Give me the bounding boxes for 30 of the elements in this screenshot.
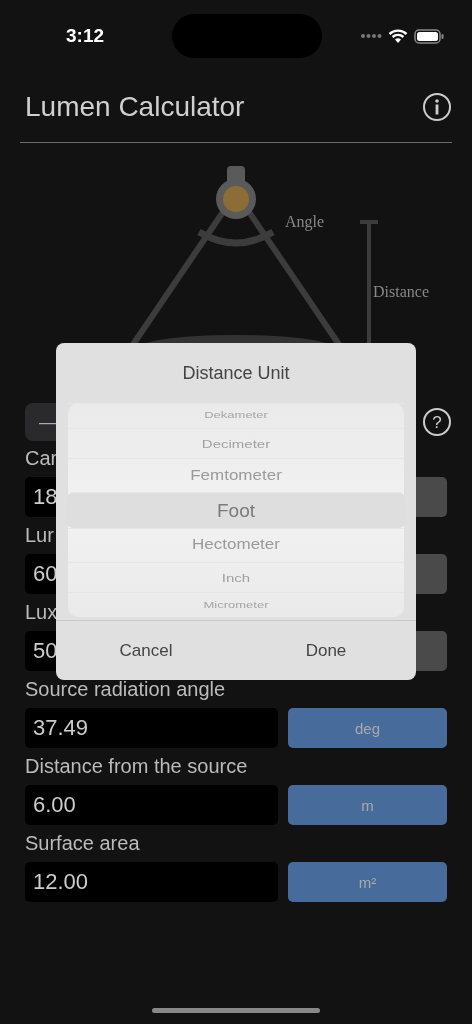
- dialog-title: Distance Unit: [181, 362, 291, 385]
- dialog-button[interactable]: Done: [236, 621, 416, 680]
- status-time: 3:12: [66, 25, 105, 47]
- signal-icon: [360, 33, 382, 39]
- picker-option[interactable]: Decimeter: [68, 427, 404, 459]
- help-icon[interactable]: ?: [422, 407, 452, 437]
- picker-option[interactable]: Hectometer: [68, 527, 404, 562]
- wifi-icon: [388, 28, 408, 44]
- field-label: Surface area: [25, 832, 140, 854]
- unit-button[interactable]: deg: [288, 708, 447, 748]
- input-field[interactable]: 6.00: [25, 785, 278, 825]
- input-field[interactable]: 12.00: [25, 862, 278, 902]
- field-label: Lur: [25, 524, 54, 546]
- distance-label: Distance: [373, 283, 429, 300]
- picker-option[interactable]: Micrometer: [68, 592, 404, 617]
- field-label: Lux: [25, 601, 58, 623]
- input-field[interactable]: 37.49: [25, 708, 278, 748]
- picker-option[interactable]: Foot: [66, 492, 406, 528]
- angle-label: Angle: [285, 213, 325, 230]
- app-title: Lumen Calculator: [25, 91, 245, 123]
- info-icon[interactable]: [422, 92, 452, 122]
- field-label: Source radiation angle: [25, 678, 226, 700]
- field-label: Car: [25, 447, 58, 469]
- field-label: Distance from the source: [25, 755, 248, 777]
- unit-button[interactable]: m²: [288, 862, 447, 902]
- picker-option[interactable]: Inch: [68, 561, 404, 593]
- picker-option[interactable]: Dekameter: [68, 403, 404, 428]
- unit-button[interactable]: m: [288, 785, 447, 825]
- battery-icon: [414, 28, 444, 44]
- dialog-button[interactable]: Cancel: [56, 621, 236, 680]
